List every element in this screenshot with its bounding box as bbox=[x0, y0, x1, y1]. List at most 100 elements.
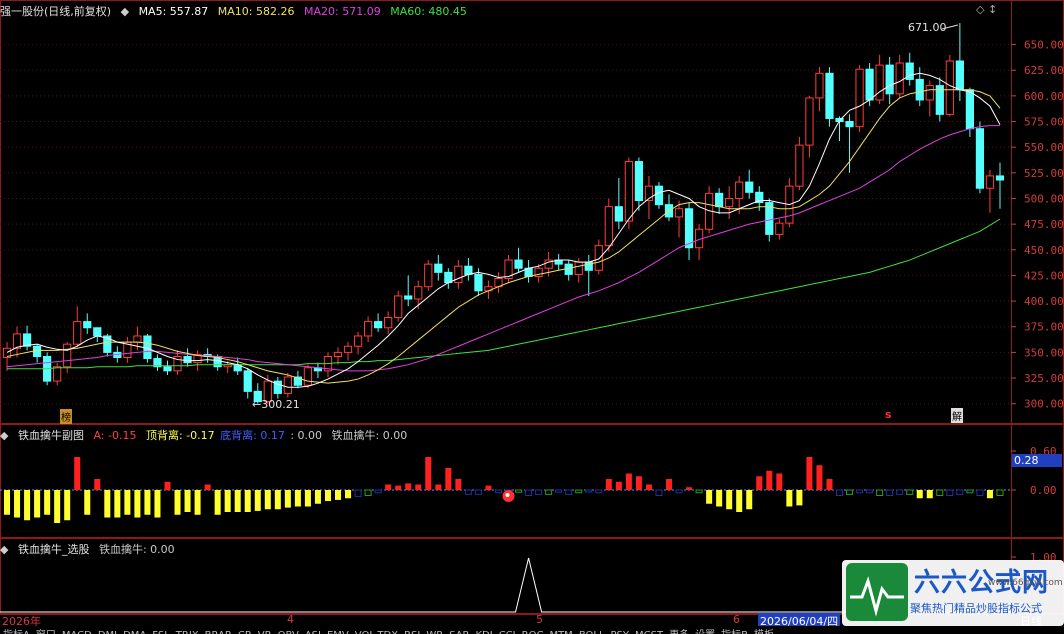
tab-17[interactable]: KDJ bbox=[472, 630, 495, 634]
indicator-bar bbox=[625, 473, 632, 490]
indicator-bar bbox=[385, 484, 392, 490]
candle-body bbox=[93, 327, 102, 337]
indicator-bar bbox=[716, 490, 723, 507]
candle-body bbox=[394, 295, 403, 318]
tab-24[interactable]: 更多 bbox=[666, 626, 692, 634]
candle-body bbox=[855, 68, 864, 128]
watermark-emblem-icon bbox=[846, 563, 908, 621]
indicator-bar bbox=[835, 489, 844, 496]
indicator-bar bbox=[535, 489, 543, 495]
ma10-line bbox=[6, 89, 1001, 384]
tab-10[interactable]: OBV bbox=[275, 630, 302, 634]
candle-body bbox=[895, 62, 904, 95]
indicator-bar bbox=[44, 490, 51, 515]
candle-body bbox=[674, 208, 684, 218]
tab-11[interactable]: ASI bbox=[302, 630, 324, 634]
panel-menu-icon[interactable]: ◆ bbox=[0, 429, 8, 442]
candle-body bbox=[22, 333, 32, 347]
tab-6[interactable]: TRIX bbox=[173, 630, 202, 634]
price-tick-label: 350.00 bbox=[1024, 346, 1064, 359]
tab-22[interactable]: PSY bbox=[608, 630, 633, 634]
candle-body bbox=[604, 206, 613, 247]
candle-body bbox=[414, 286, 423, 300]
s-badge[interactable]: s bbox=[885, 408, 892, 421]
candle-body bbox=[845, 121, 854, 128]
candle-body bbox=[183, 355, 192, 364]
indicator-bar bbox=[104, 490, 111, 518]
indicator-bar bbox=[284, 490, 291, 508]
tab-7[interactable]: BRAR bbox=[202, 630, 235, 634]
indicator-bar bbox=[806, 457, 813, 490]
dropdown-icon[interactable]: ◆ bbox=[121, 5, 129, 18]
tab-4[interactable]: DMA bbox=[120, 630, 149, 634]
indicator-bar bbox=[615, 481, 622, 490]
indicator-bar bbox=[124, 490, 131, 515]
indicator-bar bbox=[274, 490, 281, 510]
price-tick-label: 550.00 bbox=[1024, 141, 1064, 154]
date-label-apr: 4 bbox=[287, 613, 294, 626]
indicator-blank: : 0.00 bbox=[290, 429, 323, 442]
tab-13[interactable]: VOL-TDX bbox=[352, 630, 401, 634]
tab-15[interactable]: WR bbox=[423, 630, 446, 634]
candle-body bbox=[654, 185, 664, 206]
price-tick-label: 300.00 bbox=[1024, 398, 1064, 411]
candle-body bbox=[514, 259, 523, 269]
tab-3[interactable]: DMI bbox=[95, 630, 120, 634]
bang-badge[interactable]: 榜 bbox=[60, 409, 72, 424]
candle-body bbox=[725, 197, 734, 208]
candle-body bbox=[73, 321, 82, 345]
main-legend: 强一股份(日线,前复权) ◆ MA5: 557.87 MA10: 582.26 … bbox=[0, 3, 473, 19]
indicator-current-value: 0.28 bbox=[1012, 454, 1062, 467]
panel-menu-icon-2[interactable]: ◆ bbox=[0, 543, 8, 556]
indicator-bar bbox=[114, 490, 121, 518]
candle-body bbox=[163, 366, 172, 372]
watermark-subtitle: 聚焦热门精品炒股指标公式 bbox=[910, 602, 1042, 615]
indicator-bar bbox=[565, 489, 573, 495]
tab-5[interactable]: FSL bbox=[149, 630, 173, 634]
tab-0[interactable]: 指标A bbox=[0, 626, 33, 634]
indicator-bar bbox=[144, 490, 151, 515]
tab-8[interactable]: CR bbox=[235, 630, 255, 634]
tab-14[interactable]: RSI bbox=[401, 630, 423, 634]
candle-body bbox=[614, 206, 623, 222]
indicator-bar bbox=[174, 490, 181, 515]
tab-16[interactable]: SAR bbox=[446, 630, 472, 634]
indicator-bar bbox=[736, 490, 743, 512]
indicator-bar bbox=[24, 490, 31, 521]
tab-26[interactable]: 指标B bbox=[718, 626, 751, 634]
tab-20[interactable]: MTM bbox=[546, 630, 575, 634]
tab-25[interactable]: 设置 bbox=[692, 626, 718, 634]
candle-body bbox=[283, 376, 292, 394]
tab-19[interactable]: ROC bbox=[519, 630, 547, 634]
high-price-label: 671.00 bbox=[908, 21, 947, 34]
jie-badge[interactable]: 解 bbox=[951, 408, 963, 423]
candle-body bbox=[574, 261, 583, 275]
indicator-bar bbox=[294, 490, 301, 507]
candle-body bbox=[83, 321, 92, 329]
date-label-may: 5 bbox=[536, 613, 543, 626]
tab-2[interactable]: MACD bbox=[59, 630, 95, 634]
tab-21[interactable]: BOLL bbox=[576, 630, 608, 634]
candle-body bbox=[353, 335, 363, 347]
tab-27[interactable]: 模板 bbox=[751, 626, 777, 634]
candle-body bbox=[624, 161, 633, 222]
indicator-bar bbox=[695, 489, 703, 494]
indicator-bar bbox=[686, 487, 693, 490]
indicator-bar bbox=[746, 490, 753, 510]
indicator-bar bbox=[74, 457, 81, 490]
tab-18[interactable]: CCI bbox=[496, 630, 519, 634]
panel-options-icon[interactable]: ◇ ↕ bbox=[976, 3, 997, 16]
tab-23[interactable]: MCST bbox=[632, 630, 666, 634]
indicator-bar bbox=[946, 489, 954, 496]
indicator-bar bbox=[405, 483, 412, 490]
indicator-bar bbox=[966, 489, 974, 494]
ma5-label: MA5: 557.87 bbox=[138, 5, 209, 18]
tab-1[interactable]: 窗口 bbox=[33, 626, 59, 634]
chart-canvas[interactable]: 300.00325.00350.00375.00400.00425.00450.… bbox=[0, 0, 1064, 634]
tab-9[interactable]: VR bbox=[255, 630, 275, 634]
candle-body bbox=[825, 72, 834, 119]
candle-body bbox=[975, 128, 985, 189]
tab-12[interactable]: EMV bbox=[324, 630, 352, 634]
indicator-bar bbox=[134, 490, 141, 518]
candle-body bbox=[925, 85, 934, 101]
